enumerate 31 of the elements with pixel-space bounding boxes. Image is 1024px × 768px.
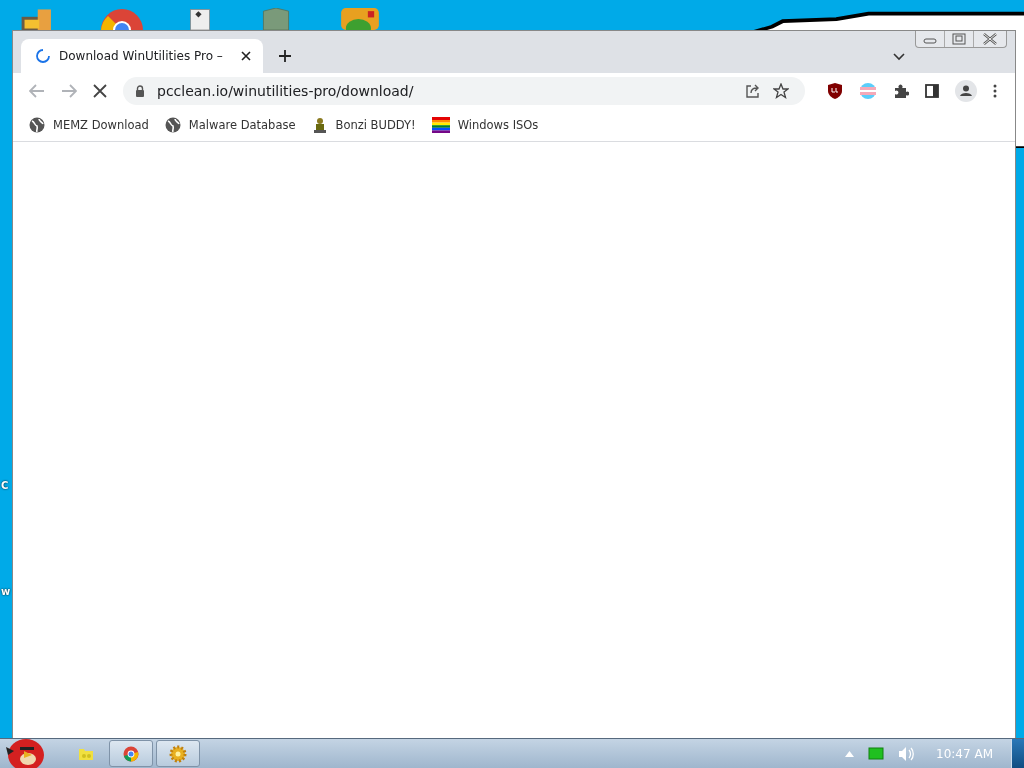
browser-tab[interactable]: Download WinUtilities Pro – — [21, 39, 263, 73]
show-desktop-button[interactable] — [1011, 738, 1024, 768]
taskbar-button[interactable] — [156, 740, 200, 767]
chevron-down-icon[interactable] — [893, 53, 905, 61]
tab-title: Download WinUtilities Pro – — [59, 49, 224, 63]
globe-icon — [164, 116, 181, 133]
gear-icon — [169, 744, 187, 763]
globe-icon — [29, 116, 45, 133]
lock-icon — [135, 84, 145, 97]
icon-label: w — [1, 586, 11, 597]
rainbow-flag-icon — [431, 116, 450, 133]
figure-icon — [311, 116, 328, 133]
stop-icon[interactable] — [93, 83, 107, 98]
share-icon[interactable] — [745, 82, 761, 99]
bookmark[interactable]: Windows ISOs — [431, 116, 539, 133]
profile-icon[interactable] — [955, 79, 977, 102]
url-text: pcclean.io/winutilities-pro/download/ — [157, 82, 414, 99]
side-panel-icon[interactable] — [925, 83, 939, 98]
bookmark[interactable]: MEMZ Download — [29, 116, 149, 133]
star-icon[interactable] — [773, 82, 789, 99]
bookmark[interactable]: Bonzi BUDDY! — [311, 116, 416, 133]
bookmark[interactable]: Malware Database — [164, 116, 296, 133]
close-icon[interactable] — [241, 51, 251, 61]
shield-icon[interactable] — [827, 81, 843, 100]
chrome-icon — [123, 745, 139, 762]
icon-label: C — [1, 480, 9, 491]
address-bar[interactable]: pcclean.io/winutilities-pro/download/ — [123, 76, 805, 105]
menu-icon[interactable] — [993, 83, 997, 98]
taskbar-button[interactable] — [109, 740, 153, 767]
new-tab-icon[interactable] — [279, 50, 291, 62]
puzzle-icon[interactable] — [893, 82, 909, 99]
